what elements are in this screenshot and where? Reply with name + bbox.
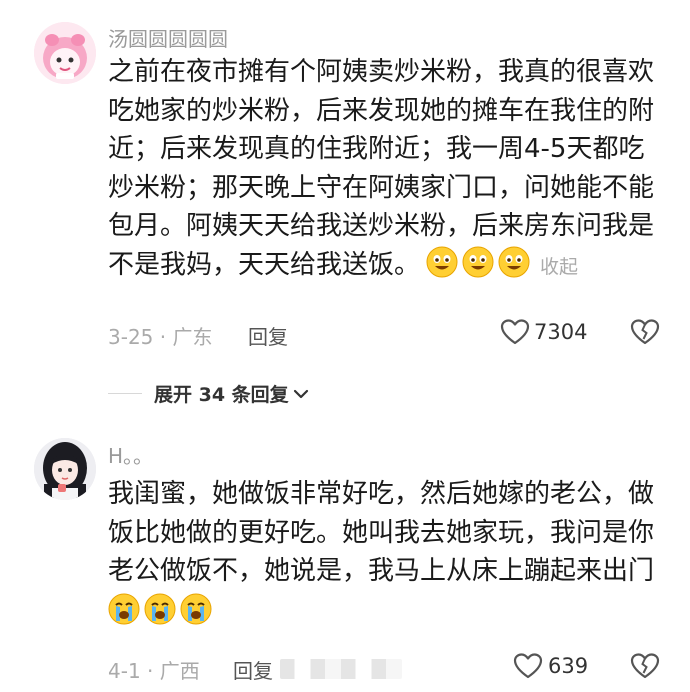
chevron-down-icon <box>291 384 311 404</box>
reply-button[interactable]: 回复 <box>248 321 288 350</box>
comment-line: 我闺蜜，她做饭非常好吃，然后她嫁的老公，做 <box>108 479 655 509</box>
comment-line: 吃她家的炒米粉，后来发现她的摊车在我住的附 <box>108 95 655 126</box>
like-button[interactable]: 639 <box>513 652 588 680</box>
dislike-broken-heart-icon[interactable] <box>630 318 660 346</box>
expand-replies-label: 展开 34 条回复 <box>154 384 289 406</box>
avatar[interactable] <box>34 22 96 84</box>
heart-icon <box>513 652 543 680</box>
date-location: 4-1 · 广西 <box>108 659 200 683</box>
expand-replies[interactable]: 展开 34 条回复 <box>108 380 311 407</box>
like-button[interactable]: 7304 <box>500 318 587 346</box>
comment-line: 之前在夜市摊有个阿姨卖炒米粉，我真的很喜欢 <box>108 57 655 87</box>
comment-line: 包月。阿姨天天给我送炒米粉，后来房东问我是 <box>108 211 655 241</box>
username[interactable]: 汤圆圆圆圆圆 <box>108 23 228 52</box>
grin-emoji <box>426 246 458 278</box>
avatar[interactable] <box>34 438 96 500</box>
loudly-crying-emoji <box>180 593 212 625</box>
date-location: 3-25 · 广东 <box>108 325 213 349</box>
divider-line <box>108 393 142 394</box>
username[interactable]: H。。 <box>108 440 153 469</box>
dislike-broken-heart-icon[interactable] <box>630 652 660 680</box>
reply-button[interactable]: 回复 <box>233 655 273 684</box>
comment-line: 近；后来发现真的住我附近；我一周4-5天都吃 <box>108 134 645 164</box>
grin-emoji <box>498 246 530 278</box>
comment-text: 我闺蜜，她做饭非常好吃，然后她嫁的老公，做 饭比她做的更好吃。她叫我去她家玩，我… <box>108 475 654 631</box>
comment-line: 老公做饭不，她说是，我马上从床上蹦起来出门 <box>108 556 655 586</box>
loudly-crying-emoji <box>144 593 176 625</box>
heart-icon <box>500 318 530 346</box>
watermark-mosaic <box>280 659 402 679</box>
comment-line: 炒米粉；那天晚上守在阿姨家门口，问她能不能 <box>108 172 655 203</box>
emoji-line <box>108 593 654 632</box>
grin-emoji <box>462 246 494 278</box>
comment-line: 饭比她做的更好吃。她叫我去她家玩，我问是你 <box>108 517 655 548</box>
collapse-link[interactable]: 收起 <box>540 256 578 278</box>
like-count: 639 <box>548 654 589 678</box>
comment-text: 之前在夜市摊有个阿姨卖炒米粉，我真的很喜欢 吃她家的炒米粉，后来发现她的摊车在我… <box>108 53 654 286</box>
like-count: 7304 <box>534 320 588 344</box>
loudly-crying-emoji <box>108 593 140 625</box>
comment-line-text: 不是我妈，天天给我送饭。 <box>108 249 421 280</box>
comment-line: 不是我妈，天天给我送饭。 收起 <box>108 246 654 287</box>
